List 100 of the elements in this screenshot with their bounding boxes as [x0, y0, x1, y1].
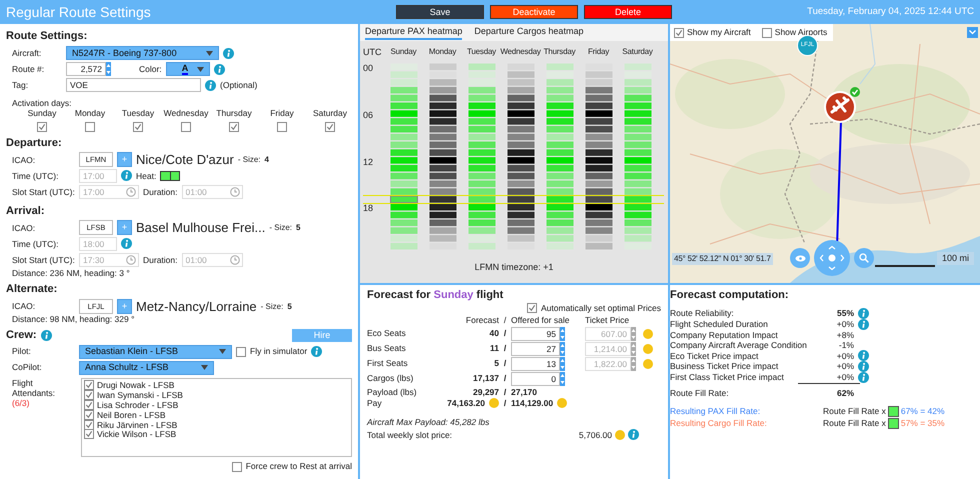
spin-buttons[interactable] [631, 342, 636, 356]
info-icon[interactable] [858, 308, 869, 319]
copilot-dropdown[interactable]: Anna Schultz - LFSB [79, 360, 214, 374]
eye-icon [794, 254, 806, 262]
offered-field[interactable]: 27 [511, 342, 560, 356]
label-text: Show Airports [774, 27, 828, 38]
value-text: 55% [836, 308, 854, 319]
info-icon[interactable] [223, 48, 234, 59]
label-text: Fly in simulator [250, 346, 308, 357]
label-text: Automatically set optimal Prices [541, 303, 661, 314]
checkbox[interactable] [84, 420, 94, 430]
offered-field[interactable]: 13 [511, 356, 560, 371]
day-checkbox[interactable] [85, 122, 95, 132]
aircraft-marker[interactable] [823, 86, 861, 124]
airport-name: Metz-Nancy/Lorraine [136, 298, 257, 314]
forecast-title: Forecast for Sunday flight [367, 289, 504, 302]
checkbox[interactable] [527, 303, 537, 314]
spin-buttons[interactable] [560, 356, 565, 371]
info-icon[interactable] [858, 350, 869, 362]
checkbox[interactable] [232, 462, 242, 472]
offered-value: 114,129.00 [511, 398, 554, 408]
day-checkbox[interactable] [277, 122, 287, 132]
checkbox[interactable] [762, 28, 772, 38]
info-icon[interactable] [205, 80, 216, 91]
day-checkbox[interactable] [229, 122, 239, 132]
label-text: Color: [139, 64, 162, 74]
section-heading: Route Settings: [6, 30, 88, 44]
checkbox[interactable] [84, 429, 94, 440]
checkbox[interactable] [84, 400, 94, 410]
label-text: Tag: [11, 80, 30, 90]
info-icon[interactable] [858, 372, 869, 383]
size-value: 5 [287, 302, 292, 312]
label-text: ICAO: [11, 154, 36, 165]
checkbox[interactable] [84, 390, 94, 400]
forecast-value: 17,137 [473, 373, 499, 384]
tab[interactable]: Departure PAX heatmap [365, 25, 462, 40]
day-checkbox[interactable] [133, 122, 143, 132]
spin-buttons[interactable] [560, 342, 565, 356]
result-label: Resulting PAX Fill Rate: [670, 406, 762, 417]
delete-button[interactable]: Delete [584, 5, 672, 19]
value-text: +0% [836, 318, 854, 330]
slash-text: / [504, 328, 506, 339]
tag-field[interactable]: VOE [66, 78, 201, 92]
formula-text: Route Fill Rate x [823, 406, 886, 417]
day-checkbox[interactable] [37, 122, 47, 132]
spin-buttons[interactable] [106, 62, 111, 76]
info-icon[interactable] [40, 330, 52, 341]
day-label: Thursday [544, 47, 576, 58]
pilot-dropdown[interactable]: Sebastian Klein - LFSB [79, 344, 232, 358]
info-icon[interactable] [858, 360, 869, 372]
day-label: Saturday [312, 108, 348, 119]
checkbox[interactable] [236, 346, 246, 356]
info-icon[interactable] [858, 318, 869, 330]
checkbox[interactable] [84, 410, 94, 420]
spin-buttons[interactable] [560, 326, 565, 341]
row-label: Cargos (lbs) [367, 373, 414, 384]
clock-icon [126, 186, 136, 197]
label-text: Force crew to Rest at arrival [246, 461, 352, 472]
offered-field[interactable]: 0 [511, 372, 560, 386]
info-icon[interactable] [121, 238, 132, 250]
label-text: CoPilot: [11, 362, 43, 373]
day-label: Friday [270, 108, 294, 119]
row-label: First Seats [367, 358, 409, 369]
row-label: Payload (lbs) [367, 386, 418, 397]
save-button[interactable]: Save [396, 5, 484, 19]
forecast-value: 29,297 [473, 386, 499, 397]
color-dropdown[interactable]: A [166, 62, 210, 76]
offered-field[interactable]: 95 [511, 326, 560, 341]
day-checkbox[interactable] [181, 122, 191, 132]
route-number-field[interactable]: 2,572 [66, 62, 106, 76]
row-label: Eco Seats [367, 328, 407, 339]
info-icon[interactable] [628, 429, 639, 440]
spin-buttons[interactable] [631, 326, 636, 341]
label-text: Time (UTC): [11, 238, 60, 250]
formula-text: Route Fill Rate x [823, 418, 886, 429]
scale-bar [875, 264, 935, 268]
value-text: +0% [836, 361, 854, 372]
checkbox[interactable] [84, 380, 94, 390]
dropdown-button[interactable] [967, 27, 978, 38]
label-text: Slot Start (UTC): [11, 254, 75, 266]
day-checkbox[interactable] [325, 122, 335, 132]
coin-icon [643, 358, 653, 369]
tab[interactable]: Departure Cargos heatmap [474, 25, 584, 40]
scale-label: 100 mi [937, 252, 974, 265]
label-text: ICAO: [11, 222, 36, 234]
checkbox[interactable] [674, 28, 684, 38]
hour-label: 06 [363, 110, 374, 121]
forecast-value: 74,163.20 [447, 398, 485, 408]
aircraft-dropdown[interactable]: N5247R - Boeing 737-800 [66, 46, 219, 60]
airport-name: Basel Mulhouse Frei... [136, 220, 266, 236]
label-text: Duration: [143, 254, 178, 266]
size-label: - Size: [269, 223, 292, 233]
row-label: First Class Ticket Price impact [670, 372, 785, 382]
spin-buttons[interactable] [631, 356, 636, 371]
hour-label: 12 [363, 156, 374, 168]
info-icon[interactable] [121, 170, 132, 182]
info-icon[interactable] [311, 346, 322, 357]
spin-buttons[interactable] [560, 372, 565, 386]
info-icon[interactable] [214, 64, 225, 75]
size-label: - Size: [260, 302, 284, 312]
